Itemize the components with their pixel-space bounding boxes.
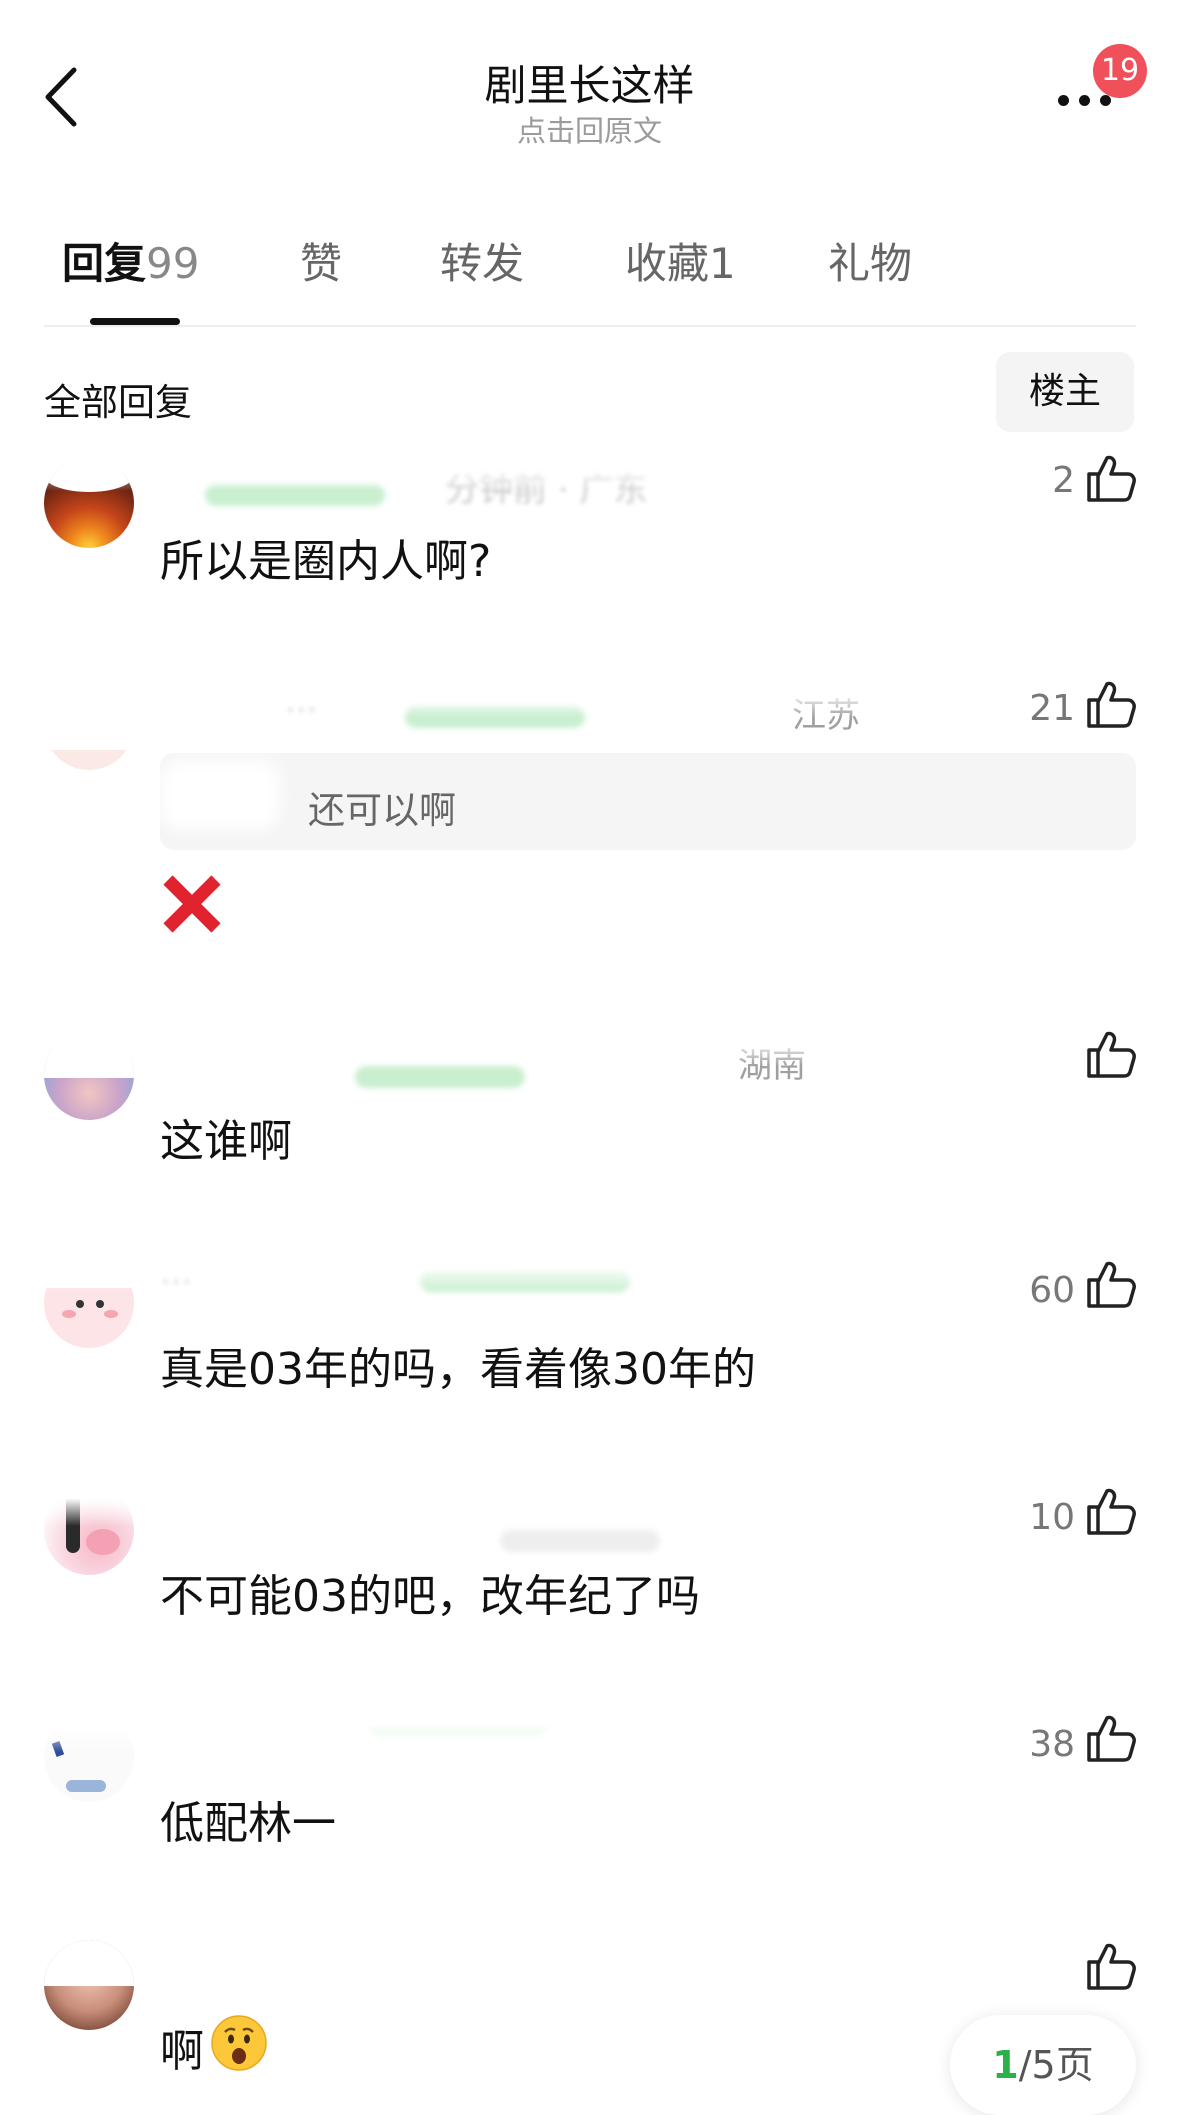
tab-gifts[interactable]: 礼物 [828, 230, 912, 291]
like-button[interactable] [1085, 678, 1137, 730]
thumbs-up-icon [1087, 1715, 1136, 1762]
like-button[interactable] [1085, 1258, 1137, 1310]
like-count: 38 [1029, 1724, 1075, 1765]
tab-likes-label: 赞 [300, 239, 343, 288]
tab-replies[interactable]: 回复99 [62, 230, 199, 291]
like-count: 10 [1029, 1497, 1075, 1538]
active-tab-indicator [90, 318, 180, 325]
tab-favorites[interactable]: 收藏1 [625, 230, 736, 291]
thumbs-up-icon [1087, 1488, 1136, 1535]
tab-gifts-label: 礼物 [828, 239, 913, 288]
avatar[interactable] [44, 1940, 134, 2030]
thumbs-up-icon [1087, 1031, 1136, 1078]
like-button[interactable] [1085, 452, 1137, 504]
tab-likes[interactable]: 赞 [300, 230, 342, 291]
thumbs-up-icon [1087, 1943, 1136, 1990]
like-button[interactable] [1085, 1712, 1137, 1764]
tab-favorites-count: 1 [709, 239, 736, 288]
user-badge-blurred [500, 1530, 660, 1552]
comment-text: 真是03年的吗，看着像30年的 [160, 1344, 756, 1395]
user-badge-blurred [355, 1066, 525, 1088]
tab-replies-label: 回复 [62, 239, 147, 288]
anguished-face-emoji-icon [210, 2014, 268, 2072]
like-count: 21 [1029, 688, 1075, 729]
tab-reposts-label: 转发 [440, 239, 525, 288]
all-replies-label: 全部回复 [44, 381, 192, 424]
tab-favorites-label: 收藏 [625, 239, 710, 288]
tabs-divider [44, 325, 1136, 327]
tab-replies-count: 99 [146, 239, 200, 288]
current-page: 1 [992, 2043, 1019, 2087]
comment-text: 所以是圈内人啊? [160, 536, 492, 587]
like-button[interactable] [1085, 1485, 1137, 1537]
scroll-fade [0, 1020, 1179, 1066]
like-count: 60 [1029, 1270, 1075, 1311]
thumbs-up-icon [1087, 455, 1136, 502]
quoted-reply-text: 还可以啊 [308, 789, 456, 832]
thumbs-up-icon [1087, 681, 1136, 728]
page-indicator[interactable]: 1/5页 [950, 2015, 1136, 2115]
like-button[interactable] [1085, 1940, 1137, 1992]
page-title: 剧里长这样 [484, 61, 695, 110]
comment-text: 这谁啊 [160, 1116, 292, 1167]
red-cross-mark-icon [160, 872, 224, 936]
quoted-username-blurred [160, 760, 280, 830]
thumbs-up-icon [1087, 1261, 1136, 1308]
comment-text: 啊 [160, 2026, 204, 2077]
back-to-original-link[interactable]: 点击回原文 [0, 108, 1179, 150]
quoted-reply[interactable] [160, 753, 1136, 850]
comment-text: 低配林一 [160, 1798, 336, 1849]
like-button[interactable] [1085, 1028, 1137, 1080]
tab-reposts[interactable]: 转发 [440, 230, 524, 291]
like-count: 2 [1052, 460, 1075, 501]
comment-text: 不可能03的吧，改年纪了吗 [160, 1571, 700, 1622]
notification-badge: 19 [1093, 44, 1147, 98]
op-only-button[interactable]: 楼主 [996, 352, 1134, 432]
total-pages: /5页 [1018, 2043, 1094, 2087]
